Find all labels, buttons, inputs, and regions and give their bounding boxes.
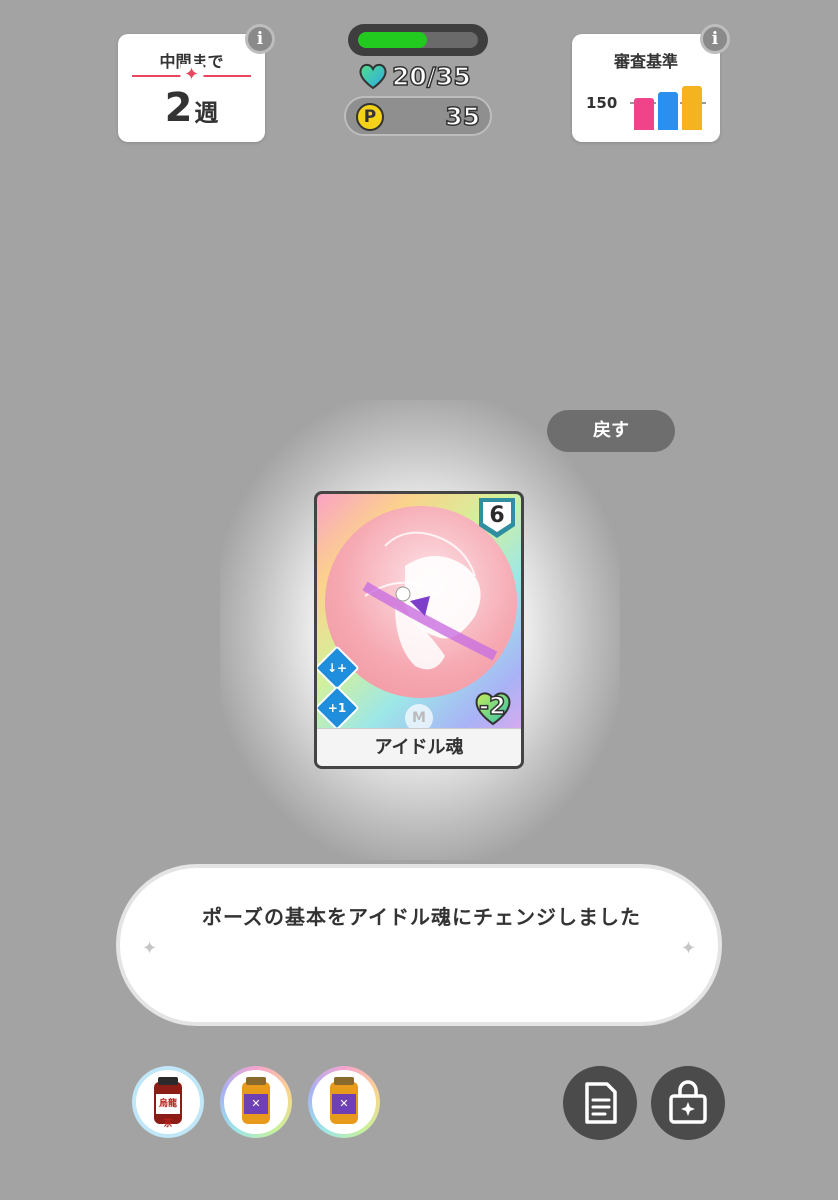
bottle-icon: ✕ (330, 1077, 358, 1124)
exam-value: 150 (586, 94, 618, 112)
exam-criteria-panel[interactable]: 審査基準 150 (572, 34, 720, 142)
bottle-icon: ✕ (242, 1077, 270, 1124)
plus-one-icon: +1 (317, 685, 360, 731)
skill-card[interactable]: 6 ↓+ +1 M -2 アイドル魂 (314, 491, 524, 769)
dance-bar (658, 92, 678, 130)
stamina-readout: 20/35 (358, 60, 498, 94)
visual-bar (682, 86, 702, 130)
points-value: 35 (444, 101, 480, 132)
stamina-text: 20/35 (391, 61, 471, 92)
items-bag-button[interactable] (651, 1066, 725, 1140)
bottle-icon: 烏龍茶 (154, 1077, 182, 1129)
vitamin-drink-1[interactable]: ✕ (220, 1066, 292, 1138)
vocal-bar (634, 98, 654, 130)
card-cost: 6 (483, 502, 511, 532)
deck-list-button[interactable] (563, 1066, 637, 1140)
sparkle-icon: ✦ (179, 64, 204, 86)
exam-bars (634, 82, 704, 130)
info-icon[interactable]: i (245, 24, 275, 54)
points-display: P 35 (344, 96, 492, 136)
p-coin-icon: P (356, 103, 384, 131)
stamina-bar (348, 24, 488, 56)
info-icon[interactable]: i (700, 24, 730, 54)
vitamin-drink-2[interactable]: ✕ (308, 1066, 380, 1138)
oolong-tea-drink[interactable]: 烏龍茶 (132, 1066, 204, 1138)
sparkle-icon: ✦ (680, 938, 696, 959)
heart-icon (359, 63, 387, 90)
weeks-remaining-panel: 中間まで ✦ 2週 (118, 34, 265, 142)
bag-icon (669, 1080, 707, 1124)
card-name: アイドル魂 (317, 728, 521, 766)
sparkle-icon: ✦ (142, 938, 158, 959)
message-text: ポーズの基本をアイドル魂にチェンジしました (202, 905, 641, 929)
weeks-value: 2週 (164, 85, 219, 131)
exam-label: 審査基準 (613, 52, 678, 71)
card-stamina-cost: -2 (473, 690, 517, 728)
stamina-fill (358, 32, 427, 48)
document-icon (585, 1082, 617, 1124)
message-bubble: ✦ ポーズの基本をアイドル魂にチェンジしました ✦ (116, 864, 722, 1026)
